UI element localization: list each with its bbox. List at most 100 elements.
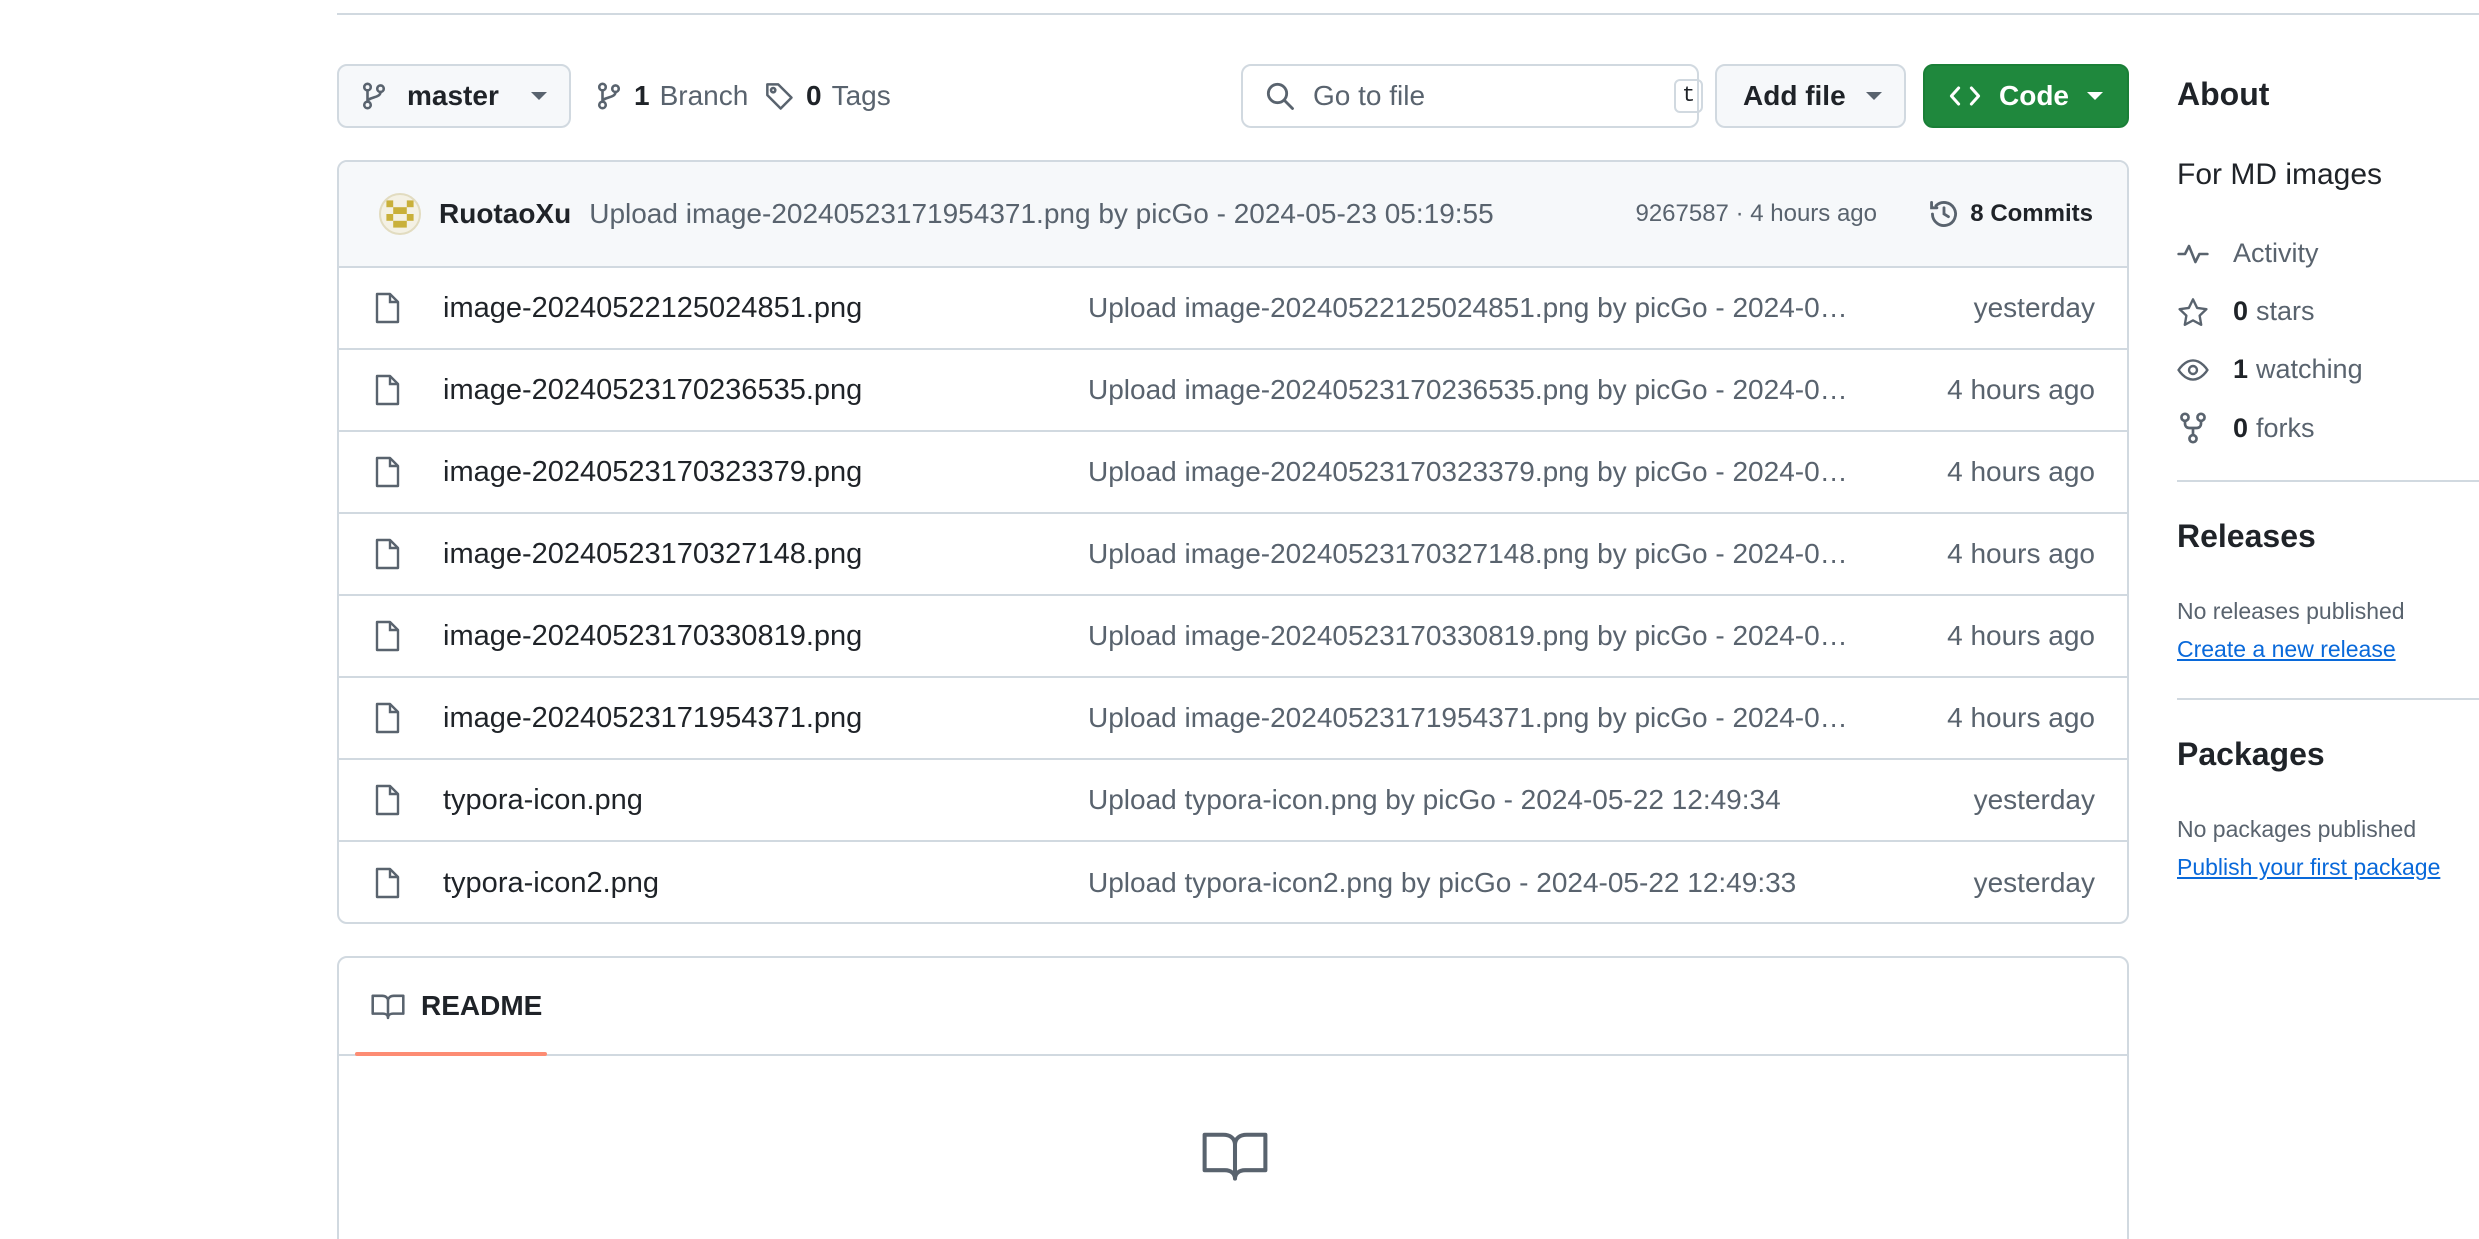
file-age: 4 hours ago <box>1947 374 2095 405</box>
file-name[interactable]: image-20240523170236535.png <box>443 374 862 407</box>
file-name[interactable]: typora-icon2.png <box>443 867 659 900</box>
file-commit-message[interactable]: Upload typora-icon2.png by picGo - 2024-… <box>1088 867 1848 899</box>
file-commit-message[interactable]: Upload image-20240523170327148.png by pi… <box>1088 538 1848 570</box>
file-commit-message[interactable]: Upload image-20240522125024851.png by pi… <box>1088 292 1848 324</box>
commit-message[interactable]: Upload image-20240523171954371.png by pi… <box>589 198 1493 230</box>
table-row[interactable]: image-20240522125024851.png Upload image… <box>339 268 2127 350</box>
file-icon <box>373 292 401 324</box>
stars-link[interactable]: 0 stars <box>2177 296 2315 327</box>
sidebar-divider <box>2177 480 2479 482</box>
activity-link[interactable]: Activity <box>2177 238 2319 269</box>
readme-panel: README <box>337 956 2129 1239</box>
table-row[interactable]: image-20240523170330819.png Upload image… <box>339 596 2127 678</box>
file-icon <box>373 374 401 406</box>
about-heading: About <box>2177 76 2270 112</box>
file-name[interactable]: typora-icon.png <box>443 784 643 817</box>
file-icon <box>373 620 401 652</box>
chevron-down-icon <box>531 92 547 100</box>
book-icon <box>1201 1128 1269 1182</box>
table-row[interactable]: image-20240523170327148.png Upload image… <box>339 514 2127 596</box>
tag-count: 0 <box>806 80 822 111</box>
file-commit-message[interactable]: Upload image-20240523170323379.png by pi… <box>1088 456 1848 488</box>
table-row[interactable]: image-20240523170323379.png Upload image… <box>339 432 2127 514</box>
tag-label: Tags <box>831 80 891 111</box>
readme-header: README <box>339 958 2127 1056</box>
forks-link[interactable]: 0 forks <box>2177 412 2315 444</box>
tab-readme[interactable]: README <box>371 958 542 1054</box>
file-name[interactable]: image-20240523170330819.png <box>443 620 862 653</box>
file-name[interactable]: image-20240522125024851.png <box>443 292 862 325</box>
file-commit-message[interactable]: Upload image-20240523171954371.png by pi… <box>1088 702 1848 734</box>
file-icon <box>373 867 401 899</box>
go-to-file-search[interactable]: t <box>1241 64 1704 128</box>
file-name[interactable]: image-20240523170327148.png <box>443 538 862 571</box>
pulse-icon <box>2177 240 2209 268</box>
tags-link[interactable]: 0 Tags <box>764 64 891 128</box>
file-age: 4 hours ago <box>1947 620 2095 651</box>
table-row[interactable]: image-20240523170236535.png Upload image… <box>339 350 2127 432</box>
watchers-link[interactable]: 1 watching <box>2177 354 2363 385</box>
branch-name: master <box>407 80 499 111</box>
forks-label: forks <box>2256 412 2315 443</box>
active-tab-underline <box>355 1052 547 1056</box>
table-row[interactable]: image-20240523171954371.png Upload image… <box>339 678 2127 760</box>
releases-empty-text: No releases published <box>2177 598 2405 624</box>
table-row[interactable]: typora-icon.png Upload typora-icon.png b… <box>339 760 2127 842</box>
commit-author[interactable]: RuotaoXu <box>439 198 571 230</box>
file-icon <box>373 456 401 488</box>
file-icon <box>373 538 401 570</box>
sidebar-divider <box>2177 698 2479 700</box>
branches-link[interactable]: 1 Branch <box>596 64 748 128</box>
file-age: 4 hours ago <box>1947 702 2095 733</box>
tag-icon <box>764 81 794 111</box>
packages-heading[interactable]: Packages <box>2177 736 2325 773</box>
go-to-file-input[interactable] <box>1313 80 1674 112</box>
publish-package-link[interactable]: Publish your first package <box>2177 854 2440 881</box>
branch-count: 1 <box>634 80 650 111</box>
file-icon <box>373 702 401 734</box>
file-commit-message[interactable]: Upload typora-icon.png by picGo - 2024-0… <box>1088 784 1848 816</box>
readme-tab-label: README <box>421 990 543 1021</box>
repo-forked-icon <box>2177 412 2209 444</box>
avatar[interactable] <box>379 193 421 235</box>
keyboard-shortcut-hint: t <box>1674 79 1704 113</box>
file-age: 4 hours ago <box>1947 456 2095 487</box>
code-button[interactable]: Code <box>1923 64 2129 128</box>
code-brackets-icon <box>1949 83 1981 109</box>
file-name[interactable]: image-20240523171954371.png <box>443 702 862 735</box>
packages-empty-text: No packages published <box>2177 816 2417 842</box>
chevron-down-icon <box>2087 92 2103 100</box>
branch-selector-button[interactable]: master <box>337 64 571 128</box>
file-icon <box>373 784 401 816</box>
file-age: yesterday <box>1973 867 2095 898</box>
watching-count: 1 <box>2233 354 2249 384</box>
watching-label: watching <box>2256 354 2363 384</box>
table-row[interactable]: typora-icon2.png Upload typora-icon2.png… <box>339 842 2127 922</box>
book-icon <box>371 992 405 1020</box>
stars-count: 0 <box>2233 296 2249 326</box>
chevron-down-icon <box>1866 92 1882 100</box>
git-branch-icon <box>361 81 387 111</box>
file-commit-message[interactable]: Upload image-20240523170236535.png by pi… <box>1088 374 1848 406</box>
file-age: yesterday <box>1973 784 2095 815</box>
header-divider <box>337 0 2479 15</box>
add-file-button[interactable]: Add file <box>1715 64 1906 128</box>
file-commit-message[interactable]: Upload image-20240523170330819.png by pi… <box>1088 620 1848 652</box>
commit-hash-time[interactable]: 9267587 · 4 hours ago <box>1635 200 1877 228</box>
commits-history-link[interactable]: 8 Commits <box>1928 198 2093 230</box>
eye-icon <box>2177 358 2209 382</box>
forks-count: 0 <box>2233 412 2249 443</box>
branch-label: Branch <box>659 80 749 111</box>
latest-commit-bar: RuotaoXu Upload image-20240523171954371.… <box>339 162 2127 268</box>
search-icon <box>1265 81 1295 111</box>
file-name[interactable]: image-20240523170323379.png <box>443 456 862 489</box>
stars-label: stars <box>2256 296 2315 326</box>
history-icon <box>1928 198 1960 230</box>
create-release-link[interactable]: Create a new release <box>2177 636 2396 663</box>
star-icon <box>2177 297 2209 327</box>
releases-heading[interactable]: Releases <box>2177 518 2316 555</box>
code-label: Code <box>1999 80 2069 111</box>
activity-label: Activity <box>2233 238 2319 268</box>
repo-description: For MD images <box>2177 158 2383 191</box>
git-branch-icon <box>596 81 622 111</box>
